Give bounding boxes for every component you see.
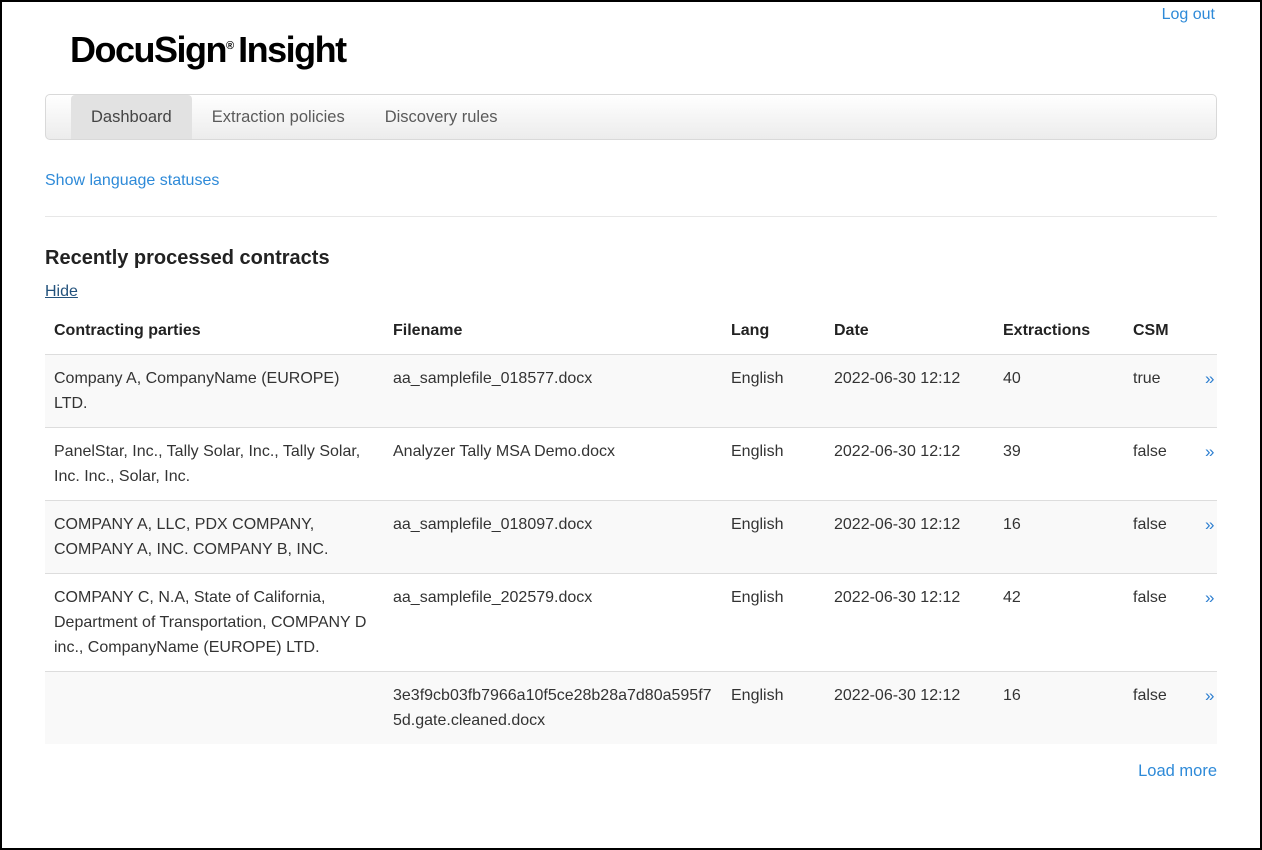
cell-date: 2022-06-30 12:12 (825, 428, 994, 501)
cell-csm: false (1124, 428, 1196, 501)
cell-filename: 3e3f9cb03fb7966a10f5ce28b28a7d80a595f75d… (384, 672, 722, 745)
column-header-extractions: Extractions (994, 311, 1124, 355)
column-header-lang: Lang (722, 311, 825, 355)
cell-extractions: 40 (994, 355, 1124, 428)
docusign-insight-logo: DocuSign® Insight (70, 26, 1260, 70)
logo-insight-text: Insight (238, 29, 345, 70)
cell-lang: English (722, 574, 825, 672)
table-row: 3e3f9cb03fb7966a10f5ce28b28a7d80a595f75d… (45, 672, 1217, 745)
table-row: Company A, CompanyName (EUROPE) LTD. aa_… (45, 355, 1217, 428)
load-more-link[interactable]: Load more (1138, 762, 1217, 780)
registered-mark: ® (226, 40, 234, 52)
top-bar: Log out (2, 2, 1260, 24)
cell-contracting-parties: Company A, CompanyName (EUROPE) LTD. (45, 355, 384, 428)
column-header-csm: CSM (1124, 311, 1196, 355)
cell-date: 2022-06-30 12:12 (825, 355, 994, 428)
table-header-row: Contracting parties Filename Lang Date E… (45, 311, 1217, 355)
section-divider (45, 216, 1217, 217)
cell-contracting-parties: PanelStar, Inc., Tally Solar, Inc., Tall… (45, 428, 384, 501)
cell-filename: aa_samplefile_202579.docx (384, 574, 722, 672)
main-nav-tabbar: Dashboard Extraction policies Discovery … (45, 94, 1217, 140)
load-more-container: Load more (45, 762, 1217, 781)
cell-lang: English (722, 672, 825, 745)
cell-extractions: 39 (994, 428, 1124, 501)
cell-filename: aa_samplefile_018577.docx (384, 355, 722, 428)
cell-date: 2022-06-30 12:12 (825, 672, 994, 745)
cell-csm: false (1124, 574, 1196, 672)
cell-date: 2022-06-30 12:12 (825, 501, 994, 574)
row-detail-link[interactable]: » (1205, 588, 1214, 607)
tab-discovery-rules[interactable]: Discovery rules (365, 95, 518, 139)
cell-extractions: 42 (994, 574, 1124, 672)
column-header-date: Date (825, 311, 994, 355)
table-row: COMPANY C, N.A, State of California, Dep… (45, 574, 1217, 672)
tab-dashboard[interactable]: Dashboard (71, 95, 192, 139)
recent-contracts-table: Contracting parties Filename Lang Date E… (45, 311, 1217, 744)
row-detail-link[interactable]: » (1205, 515, 1214, 534)
page-title: Recently processed contracts (45, 247, 1217, 270)
cell-extractions: 16 (994, 501, 1124, 574)
hide-link[interactable]: Hide (45, 283, 78, 301)
row-detail-link[interactable]: » (1205, 369, 1214, 388)
column-header-filename: Filename (384, 311, 722, 355)
cell-filename: aa_samplefile_018097.docx (384, 501, 722, 574)
cell-date: 2022-06-30 12:12 (825, 574, 994, 672)
show-language-statuses-link[interactable]: Show language statuses (45, 172, 219, 190)
cell-filename: Analyzer Tally MSA Demo.docx (384, 428, 722, 501)
cell-csm: false (1124, 501, 1196, 574)
column-header-actions (1196, 311, 1217, 355)
column-header-contracting-parties: Contracting parties (45, 311, 384, 355)
tab-extraction-policies[interactable]: Extraction policies (192, 95, 365, 139)
cell-contracting-parties: COMPANY C, N.A, State of California, Dep… (45, 574, 384, 672)
logo-docusign-text: DocuSign (70, 29, 226, 70)
row-detail-link[interactable]: » (1205, 442, 1214, 461)
cell-lang: English (722, 501, 825, 574)
row-detail-link[interactable]: » (1205, 686, 1214, 705)
cell-lang: English (722, 428, 825, 501)
table-row: COMPANY A, LLC, PDX COMPANY, COMPANY A, … (45, 501, 1217, 574)
cell-contracting-parties: COMPANY A, LLC, PDX COMPANY, COMPANY A, … (45, 501, 384, 574)
cell-contracting-parties (45, 672, 384, 745)
cell-csm: true (1124, 355, 1196, 428)
cell-csm: false (1124, 672, 1196, 745)
cell-extractions: 16 (994, 672, 1124, 745)
table-row: PanelStar, Inc., Tally Solar, Inc., Tall… (45, 428, 1217, 501)
cell-lang: English (722, 355, 825, 428)
logout-link[interactable]: Log out (1162, 6, 1215, 23)
